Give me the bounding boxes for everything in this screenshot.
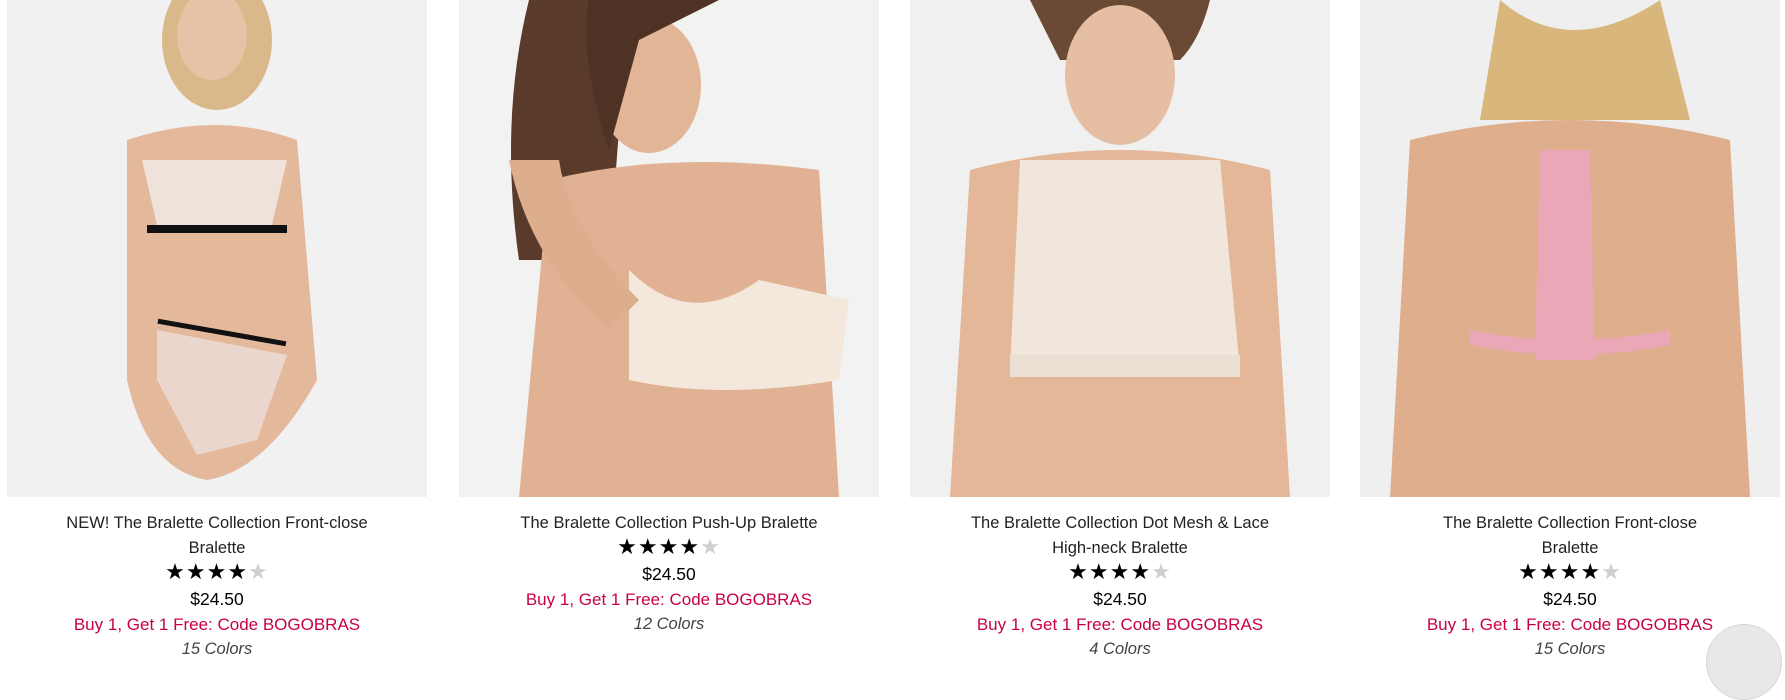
- product-name-line2: Bralette: [188, 539, 246, 557]
- star-rating[interactable]: ★★★★★: [459, 536, 879, 560]
- star-icon: ★: [185, 559, 207, 584]
- product-name-line2: Bralette: [1541, 539, 1599, 557]
- star-rating[interactable]: ★★★★★: [910, 561, 1330, 585]
- product-info: The Bralette Collection Push-Up Bralette…: [459, 511, 879, 637]
- product-name-line1: NEW! The Bralette Collection Front-close: [66, 514, 368, 532]
- product-name-line1: The Bralette Collection Front-close: [1442, 514, 1698, 532]
- promo-text: Buy 1, Get 1 Free: Code BOGOBRAS: [976, 615, 1264, 634]
- color-count[interactable]: 4 Colors: [910, 637, 1330, 662]
- color-count[interactable]: 15 Colors: [7, 637, 427, 662]
- star-empty-icon: ★: [700, 534, 721, 559]
- product-image[interactable]: [7, 0, 427, 497]
- model-photo-icon: [910, 0, 1330, 497]
- product-name-line2: High-neck Bralette: [1052, 539, 1188, 557]
- product-name[interactable]: NEW! The Bralette Collection Front-close…: [7, 511, 427, 561]
- product-name-line1: The Bralette Collection Push-Up Bralette: [520, 514, 818, 532]
- star-icon: ★: [1068, 559, 1089, 584]
- product-name[interactable]: The Bralette Collection Push-Up Bralette: [459, 511, 879, 536]
- star-icon: ★: [658, 534, 680, 559]
- star-icon: ★: [206, 559, 228, 584]
- model-photo-icon: [1360, 0, 1780, 497]
- product-name[interactable]: The Bralette Collection Dot Mesh & Lace …: [910, 511, 1330, 561]
- product-info: NEW! The Bralette Collection Front-close…: [7, 511, 427, 662]
- product-image[interactable]: [910, 0, 1330, 497]
- product-price: $24.50: [190, 589, 244, 609]
- promo-text: Buy 1, Get 1 Free: Code BOGOBRAS: [525, 590, 813, 609]
- model-photo-icon: [7, 0, 427, 497]
- product-image[interactable]: [1360, 0, 1780, 497]
- star-icon: ★: [165, 559, 186, 584]
- product-price: $24.50: [1543, 589, 1597, 609]
- product-price: $24.50: [1093, 589, 1147, 609]
- star-icon: ★: [1538, 559, 1560, 584]
- star-rating[interactable]: ★★★★★: [7, 561, 427, 585]
- star-icon: ★: [1109, 559, 1131, 584]
- star-icon: ★: [679, 534, 701, 559]
- star-empty-icon: ★: [1601, 559, 1622, 584]
- star-icon: ★: [1580, 559, 1602, 584]
- star-icon: ★: [637, 534, 659, 559]
- model-photo-icon: [459, 0, 879, 497]
- product-name-line1: The Bralette Collection Dot Mesh & Lace: [970, 514, 1270, 532]
- star-rating[interactable]: ★★★★★: [1360, 561, 1780, 585]
- back-to-top-icon[interactable]: [1706, 624, 1782, 700]
- star-icon: ★: [227, 559, 249, 584]
- star-empty-icon: ★: [1151, 559, 1172, 584]
- star-icon: ★: [617, 534, 638, 559]
- star-icon: ★: [1130, 559, 1152, 584]
- star-icon: ★: [1518, 559, 1539, 584]
- product-info: The Bralette Collection Dot Mesh & Lace …: [910, 511, 1330, 662]
- star-empty-icon: ★: [248, 559, 269, 584]
- product-name[interactable]: The Bralette Collection Front-close Bral…: [1360, 511, 1780, 561]
- color-count[interactable]: 12 Colors: [459, 612, 879, 637]
- promo-text: Buy 1, Get 1 Free: Code BOGOBRAS: [73, 615, 361, 634]
- product-grid: NEW! The Bralette Collection Front-close…: [0, 0, 1785, 658]
- product-price: $24.50: [642, 564, 696, 584]
- product-image[interactable]: [459, 0, 879, 497]
- star-icon: ★: [1088, 559, 1110, 584]
- promo-text: Buy 1, Get 1 Free: Code BOGOBRAS: [1426, 615, 1714, 634]
- star-icon: ★: [1559, 559, 1581, 584]
